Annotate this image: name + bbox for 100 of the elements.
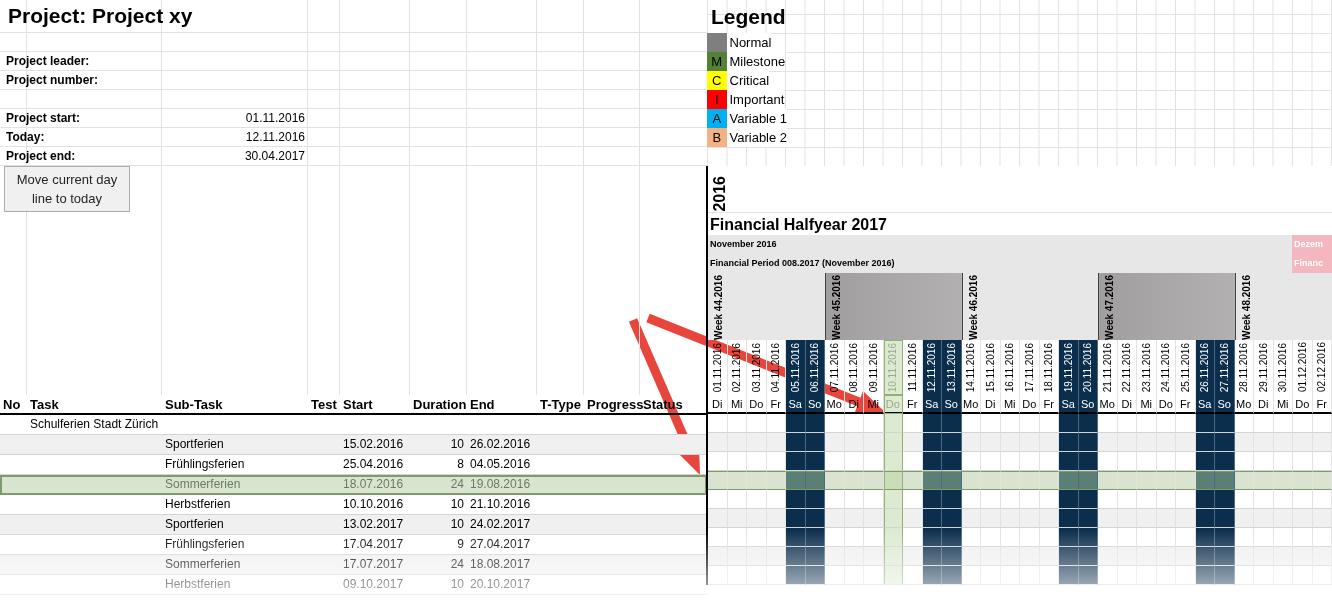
table-cell: Frühlingsferien	[165, 457, 245, 471]
week-label: Week 47.2016	[1103, 275, 1116, 340]
field-value: 30.04.2017	[243, 148, 306, 165]
table-cell: 17.04.2017	[343, 537, 404, 551]
table-cell: 18.07.2016	[343, 477, 404, 491]
date-label: 15.11.2016	[983, 342, 997, 392]
timeline-cell	[1215, 414, 1235, 433]
date-label: 22.11.2016	[1120, 342, 1134, 392]
timeline-cell	[942, 471, 962, 490]
table-cell: 18.08.2017	[470, 557, 531, 571]
column-header: Test	[308, 395, 340, 415]
timeline-cell	[864, 566, 884, 585]
timeline-cell	[864, 547, 884, 566]
timeline-cell	[942, 414, 962, 433]
timeline-cell	[1234, 566, 1254, 585]
timeline-cell	[1215, 471, 1235, 490]
weekday-label: Do	[747, 395, 767, 414]
week-label: Week 45.2016	[830, 275, 843, 340]
timeline-cell	[903, 566, 923, 585]
weekday-label: Di	[708, 395, 728, 414]
timeline-cell	[786, 490, 806, 509]
month-label: November 2016	[710, 237, 777, 251]
weekday-label: Di	[1117, 395, 1137, 414]
weekday-label: Di	[1254, 395, 1274, 414]
timeline-cell	[1059, 566, 1079, 585]
timeline-cell	[1293, 566, 1313, 585]
date-label: 30.11.2016	[1276, 342, 1290, 392]
table-row[interactable]: Sportferien 13.02.2017 10 24.02.2017	[0, 515, 707, 535]
timeline-cell	[825, 471, 845, 490]
date-label: 05.11.2016	[788, 342, 802, 392]
timeline-cell	[708, 566, 728, 585]
timeline-cell	[786, 528, 806, 547]
date-label: 23.11.2016	[1139, 342, 1153, 392]
timeline-cell	[825, 547, 845, 566]
timeline-cell	[1176, 566, 1196, 585]
column-header: End	[467, 395, 537, 415]
timeline-cell	[747, 433, 767, 452]
table-cell: 10	[450, 497, 464, 511]
legend-swatch: M	[707, 52, 727, 71]
date-label: 01.12.2016	[1295, 341, 1309, 392]
table-cell: 9	[457, 537, 464, 551]
table-cell: 19.08.2016	[470, 477, 531, 491]
timeline-cell	[727, 566, 747, 585]
timeline-cell	[1215, 509, 1235, 528]
date-label: 04.11.2016	[769, 342, 783, 392]
field-label: Project leader:	[5, 53, 91, 70]
date-label: 17.11.2016	[1022, 342, 1036, 392]
timeline-cell	[1059, 490, 1079, 509]
table-cell: 10	[450, 517, 464, 531]
date-label: 18.11.2016	[1042, 342, 1056, 392]
weekday-label: So	[942, 395, 962, 414]
weekday-label: Mi	[727, 395, 747, 414]
legend-label: Normal	[726, 32, 772, 53]
weekday-label: Do	[1156, 395, 1176, 414]
table-cell: 26.02.2016	[470, 437, 531, 451]
timeline-cell	[1176, 433, 1196, 452]
timeline-cell	[708, 547, 728, 566]
date-label: 27.11.2016	[1217, 342, 1231, 392]
timeline-cell	[903, 509, 923, 528]
date-label: 11.11.2016	[905, 343, 919, 392]
date-label: 28.11.2016	[1237, 342, 1251, 392]
timeline-cell	[1215, 433, 1235, 452]
table-row[interactable]: Sportferien 15.02.2016 10 26.02.2016	[0, 435, 707, 455]
timeline-cell	[1137, 566, 1157, 585]
timeline-cell	[981, 547, 1001, 566]
timeline-cell	[1137, 433, 1157, 452]
weekday-label: Sa	[1059, 395, 1079, 414]
legend-swatch: I	[707, 90, 727, 109]
timeline-cell	[1176, 509, 1196, 528]
weekday-label: Mi	[1000, 395, 1020, 414]
timeline-cell	[942, 452, 962, 471]
timeline-cell	[786, 414, 806, 433]
table-row[interactable]: Sommerferien 18.07.2016 24 19.08.2016	[0, 475, 707, 495]
year-label: 2016	[710, 176, 729, 212]
timeline-cell	[961, 566, 981, 585]
timeline-cell	[942, 509, 962, 528]
timeline-cell	[1215, 452, 1235, 471]
timeline-cell	[1117, 566, 1137, 585]
weekday-label: Mo	[1098, 395, 1118, 414]
date-label: 26.11.2016	[1198, 342, 1212, 392]
timeline-cell	[981, 566, 1001, 585]
timeline-cell	[1176, 471, 1196, 490]
timeline-cell	[981, 509, 1001, 528]
weekday-label: Di	[981, 395, 1001, 414]
timeline-cell	[786, 433, 806, 452]
timeline-cell	[786, 452, 806, 471]
timeline-cell	[1059, 547, 1079, 566]
timeline-cell	[942, 566, 962, 585]
table-row[interactable]: Sommerferien 17.07.2017 24 18.08.2017	[0, 555, 707, 575]
timeline-cell	[1059, 471, 1079, 490]
date-label: 10.11.2016	[886, 342, 900, 392]
timeline-cell	[1254, 433, 1274, 452]
date-label: 02.12.2016	[1315, 341, 1329, 392]
weekday-label: Mo	[1234, 395, 1254, 414]
timeline-cell	[1156, 566, 1176, 585]
timeline-cell	[747, 547, 767, 566]
timeline-cell	[1020, 433, 1040, 452]
timeline-cell	[747, 471, 767, 490]
move-day-line-button[interactable]: Move current day line to today	[4, 166, 130, 212]
weekday-label: Mi	[1273, 395, 1293, 414]
